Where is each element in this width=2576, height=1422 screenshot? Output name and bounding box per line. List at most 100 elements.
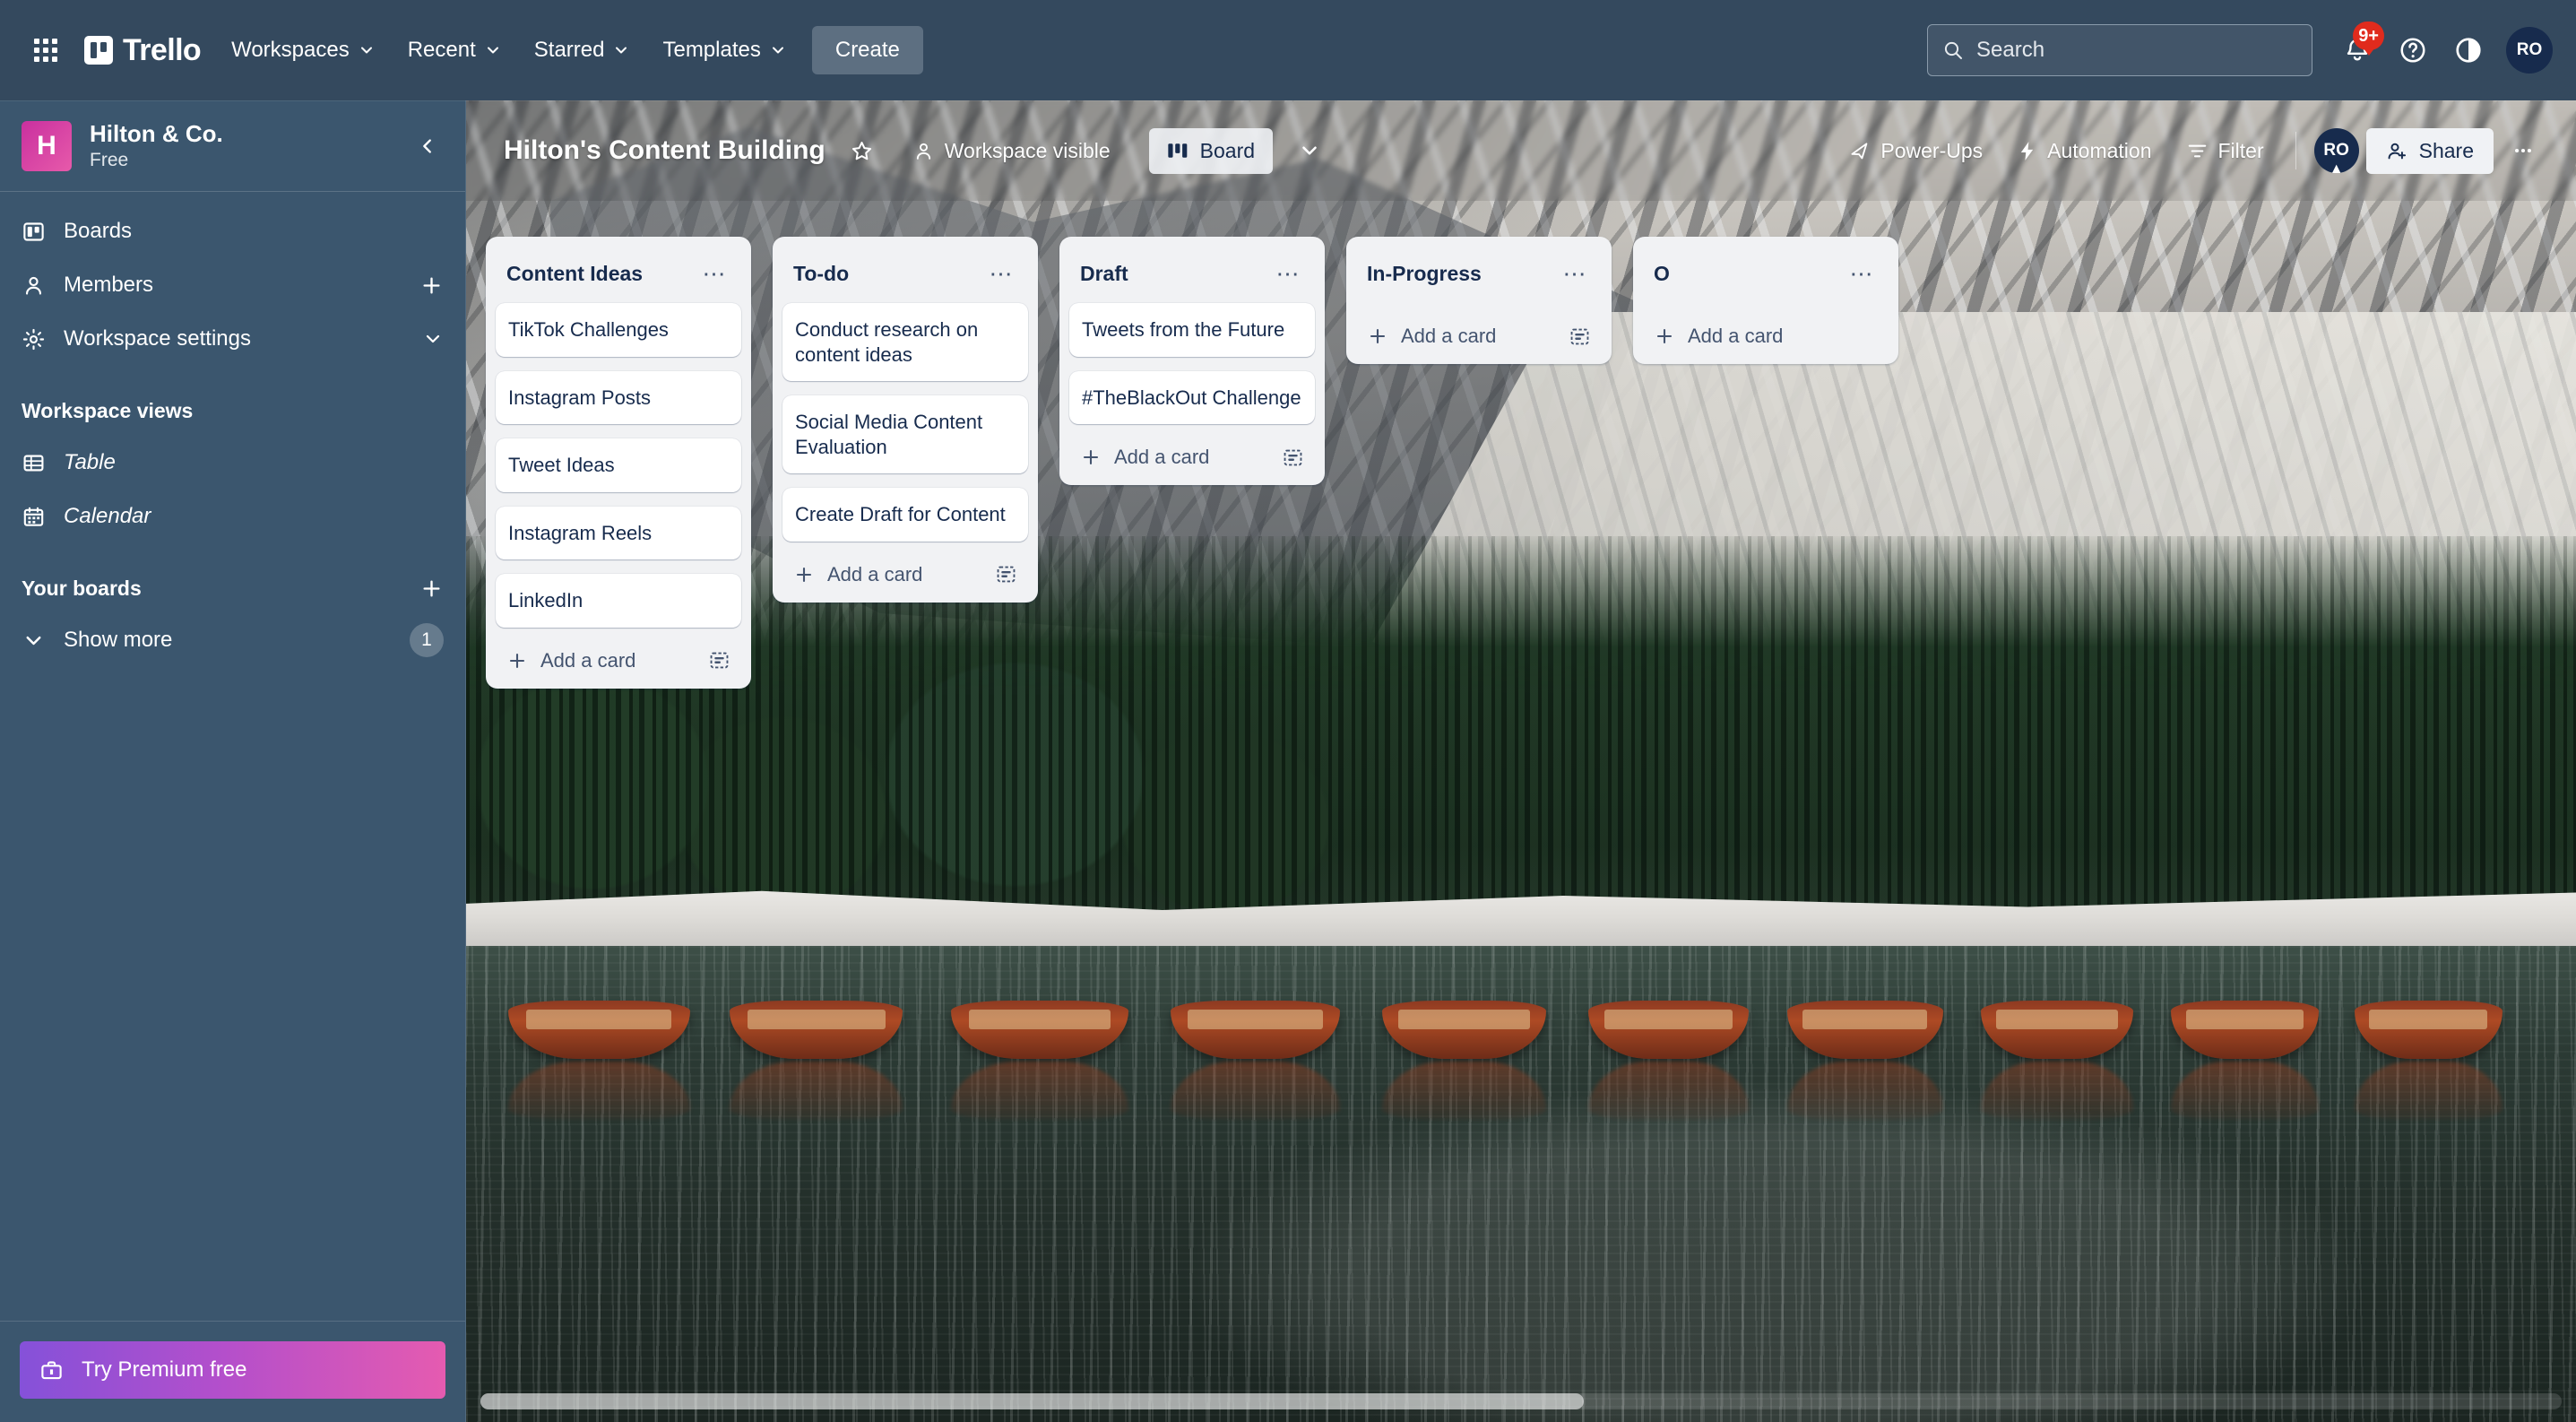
try-premium-free-button[interactable]: Try Premium free bbox=[20, 1341, 445, 1399]
list-actions-ellipsis-icon[interactable]: ⋯ bbox=[1270, 256, 1306, 291]
scrollbar-thumb[interactable] bbox=[480, 1393, 1584, 1409]
sidebar-item-table-view[interactable]: Table bbox=[0, 436, 465, 490]
list-actions-ellipsis-icon[interactable]: ⋯ bbox=[696, 256, 732, 291]
filter-button[interactable]: Filter bbox=[2173, 129, 2278, 173]
list-partially-visible: O ⋯ Add a card bbox=[1633, 237, 1898, 364]
automation-button[interactable]: Automation bbox=[2003, 129, 2165, 173]
sidebar-collapse-button[interactable] bbox=[408, 126, 447, 166]
board-canvas: Hilton's Content Building Workspace visi… bbox=[466, 100, 2576, 1422]
notifications-button[interactable]: 9+ bbox=[2332, 22, 2384, 75]
gear-icon bbox=[22, 328, 45, 350]
view-switcher-board[interactable]: Board bbox=[1148, 127, 1274, 174]
card-template-icon bbox=[997, 566, 1016, 583]
card[interactable]: Instagram Reels bbox=[496, 506, 741, 559]
sidebar-item-members[interactable]: Members bbox=[0, 258, 465, 312]
board-icon bbox=[23, 221, 44, 241]
chevron-up-double-icon: ▲ bbox=[2329, 161, 2344, 177]
list-title: Content Ideas bbox=[506, 261, 644, 285]
add-card-button[interactable]: Add a card bbox=[496, 635, 741, 680]
list-title: O bbox=[1654, 261, 1670, 285]
list-actions-ellipsis-icon[interactable]: ⋯ bbox=[1557, 256, 1593, 291]
apps-grid-icon[interactable] bbox=[20, 24, 72, 76]
sidebar-item-calendar-view[interactable]: Calendar bbox=[0, 490, 465, 543]
card-template-button[interactable] bbox=[1569, 325, 1591, 348]
topnav-right-group: Search 9+ RO bbox=[1927, 22, 2553, 76]
add-card-button[interactable]: Add a card bbox=[1643, 310, 1889, 355]
header-divider bbox=[2295, 132, 2296, 169]
add-member-button[interactable] bbox=[419, 273, 444, 298]
account-avatar[interactable]: RO bbox=[2506, 27, 2553, 74]
workspace-settings-expand[interactable] bbox=[422, 328, 444, 350]
sidebar-show-more-button[interactable]: Show more 1 bbox=[0, 613, 465, 667]
card[interactable]: Tweets from the Future bbox=[1069, 303, 1315, 357]
board-more-menu-button[interactable] bbox=[2501, 128, 2546, 173]
topnav-left-group: Trello Workspaces Recent Starred Templat… bbox=[20, 24, 923, 76]
rocket-icon bbox=[1851, 142, 1868, 159]
list-actions-ellipsis-icon[interactable]: ⋯ bbox=[1844, 256, 1880, 291]
card-template-icon bbox=[710, 652, 729, 669]
card[interactable]: Create Draft for Content bbox=[782, 488, 1028, 542]
nav-starred[interactable]: Starred bbox=[520, 27, 645, 74]
board-visibility-button[interactable]: Workspace visible bbox=[899, 129, 1124, 173]
nav-templates[interactable]: Templates bbox=[648, 27, 800, 74]
power-ups-button[interactable]: Power-Ups bbox=[1835, 129, 1996, 173]
list-header[interactable]: In-Progress ⋯ bbox=[1356, 247, 1602, 303]
card[interactable]: TikTok Challenges bbox=[496, 303, 741, 357]
theme-toggle-button[interactable] bbox=[2443, 25, 2494, 75]
card-template-button[interactable] bbox=[708, 649, 730, 672]
sidebar-item-boards[interactable]: Boards bbox=[0, 204, 465, 258]
trello-logo-text: Trello bbox=[123, 32, 202, 67]
view-switcher-dropdown[interactable] bbox=[1287, 128, 1332, 173]
card-template-button[interactable] bbox=[1282, 447, 1304, 469]
sidebar-item-calendar-label: Calendar bbox=[64, 504, 151, 528]
list-title: Draft bbox=[1080, 261, 1128, 285]
card[interactable]: Instagram Posts bbox=[496, 370, 741, 424]
help-button[interactable] bbox=[2388, 25, 2438, 75]
list-header[interactable]: To-do ⋯ bbox=[782, 247, 1028, 303]
trello-home-link[interactable]: Trello bbox=[75, 26, 213, 75]
chevron-down-icon bbox=[772, 47, 783, 54]
card[interactable]: Social Media Content Evaluation bbox=[782, 395, 1028, 473]
board-header-left: Hilton's Content Building Workspace visi… bbox=[504, 127, 1332, 174]
workspace-header[interactable]: H Hilton & Co. Free bbox=[0, 100, 465, 192]
card-template-button[interactable] bbox=[995, 563, 1017, 585]
search-icon bbox=[1944, 41, 1962, 59]
person-icon bbox=[916, 143, 930, 160]
calendar-icon bbox=[23, 507, 44, 526]
create-board-button[interactable] bbox=[419, 577, 444, 601]
workspace-meta: Hilton & Co. Free bbox=[90, 120, 223, 171]
try-premium-free-label: Try Premium free bbox=[82, 1357, 247, 1382]
board-horizontal-scrollbar[interactable] bbox=[480, 1393, 2562, 1409]
plus-icon bbox=[1656, 328, 1673, 344]
add-card-button[interactable]: Add a card bbox=[1356, 310, 1602, 355]
list-actions-ellipsis-icon[interactable]: ⋯ bbox=[983, 256, 1019, 291]
add-card-button[interactable]: Add a card bbox=[782, 549, 1028, 594]
card[interactable]: LinkedIn bbox=[496, 574, 741, 628]
list-header[interactable]: O ⋯ bbox=[1643, 247, 1889, 303]
nav-workspaces[interactable]: Workspaces bbox=[217, 27, 390, 74]
star-board-button[interactable] bbox=[840, 128, 885, 173]
premium-promo-area: Try Premium free bbox=[0, 1321, 465, 1422]
your-boards-title: Your boards bbox=[22, 576, 142, 600]
nav-recent[interactable]: Recent bbox=[393, 27, 516, 74]
card[interactable]: Tweet Ideas bbox=[496, 438, 741, 492]
list-header[interactable]: Draft ⋯ bbox=[1069, 247, 1315, 303]
chevron-down-icon bbox=[360, 47, 372, 54]
add-card-label: Add a card bbox=[827, 562, 923, 585]
show-more-count: 1 bbox=[410, 623, 444, 657]
search-input[interactable]: Search bbox=[1927, 24, 2312, 76]
filter-icon bbox=[2188, 144, 2206, 157]
chevron-down-icon bbox=[426, 334, 440, 343]
notification-badge: 9+ bbox=[2353, 22, 2384, 56]
create-button[interactable]: Create bbox=[811, 26, 923, 74]
ellipsis-icon bbox=[2515, 148, 2531, 153]
card[interactable]: Conduct research on content ideas bbox=[782, 303, 1028, 381]
list-header[interactable]: Content Ideas ⋯ bbox=[496, 247, 741, 303]
board-lists-container: Content Ideas ⋯ TikTok Challenges Instag… bbox=[466, 201, 2576, 1422]
sidebar-item-workspace-settings[interactable]: Workspace settings bbox=[0, 312, 465, 366]
add-card-button[interactable]: Add a card bbox=[1069, 431, 1315, 476]
board-member-avatar[interactable]: RO ▲ bbox=[2313, 128, 2359, 177]
nav-templates-label: Templates bbox=[662, 38, 761, 62]
card[interactable]: #TheBlackOut Challenge bbox=[1069, 370, 1315, 424]
share-button[interactable]: Share bbox=[2365, 127, 2494, 174]
